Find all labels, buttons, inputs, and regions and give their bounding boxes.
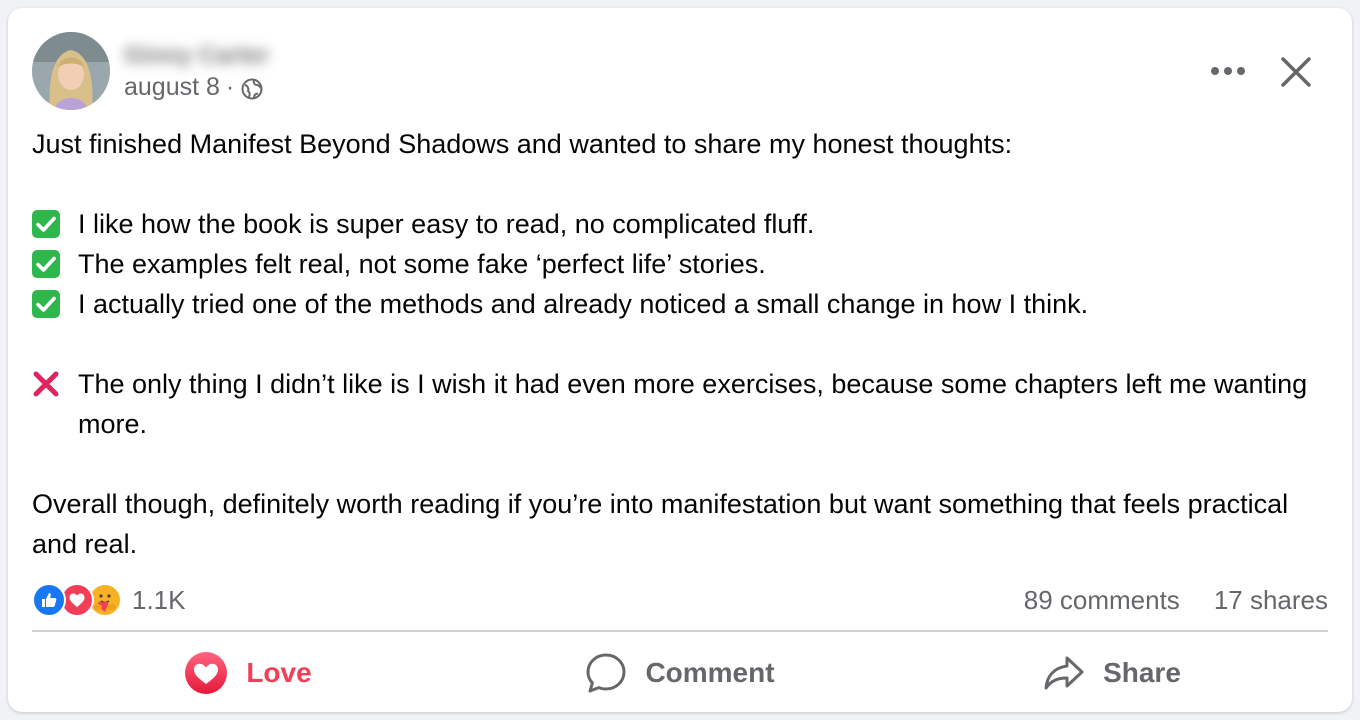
avatar[interactable] xyxy=(32,32,110,110)
reaction-summary[interactable]: 1.1K xyxy=(32,583,186,617)
author-block: Ginny Carter august 8 · xyxy=(124,41,269,102)
engagement-stats: 89 comments 17 shares xyxy=(1024,585,1328,616)
pro-item: I actually tried one of the methods and … xyxy=(32,284,1332,324)
close-icon xyxy=(1281,57,1311,87)
pro-text: I like how the book is super easy to rea… xyxy=(78,209,815,239)
post-header: Ginny Carter august 8 · xyxy=(32,32,269,110)
comment-button[interactable]: Comment xyxy=(464,642,896,704)
reaction-count: 1.1K xyxy=(132,584,186,615)
check-mark-icon xyxy=(32,290,60,318)
share-icon xyxy=(1044,656,1084,690)
comment-icon xyxy=(586,653,626,693)
share-button[interactable]: Share xyxy=(896,642,1328,704)
cross-mark-icon xyxy=(33,371,59,397)
pro-text: The examples felt real, not some fake ‘p… xyxy=(78,249,766,279)
shares-count[interactable]: 17 shares xyxy=(1214,585,1328,616)
globe-icon xyxy=(241,78,263,100)
con-item: The only thing I didn’t like is I wish i… xyxy=(32,364,1332,444)
comment-label: Comment xyxy=(645,657,775,688)
like-icon xyxy=(32,583,66,617)
comments-count[interactable]: 89 comments xyxy=(1024,585,1180,616)
pro-text: I actually tried one of the methods and … xyxy=(78,289,1089,319)
divider xyxy=(32,630,1328,632)
post-card: Ginny Carter august 8 · Just finished Ma… xyxy=(8,8,1352,712)
love-reaction-icon xyxy=(185,652,228,694)
more-options-button[interactable] xyxy=(1204,54,1252,88)
con-text: The only thing I didn’t like is I wish i… xyxy=(78,369,1308,439)
author-name[interactable]: Ginny Carter xyxy=(124,41,269,71)
share-label: Share xyxy=(1103,657,1181,688)
post-stats: 1.1K 89 comments 17 shares xyxy=(32,582,1328,618)
post-intro: Just finished Manifest Beyond Shadows an… xyxy=(32,129,1013,159)
love-label: Love xyxy=(246,657,312,688)
meta-separator: · xyxy=(225,72,235,101)
more-icon xyxy=(1211,67,1245,75)
post-meta: august 8 · xyxy=(124,73,269,102)
pro-item: I like how the book is super easy to rea… xyxy=(32,204,1332,244)
check-mark-icon xyxy=(32,250,60,278)
love-button[interactable]: Love xyxy=(32,642,464,704)
close-button[interactable] xyxy=(1276,52,1316,92)
check-mark-icon xyxy=(32,210,60,238)
post-conclusion: Overall though, definitely worth reading… xyxy=(32,489,1289,559)
action-bar: Love Comment Share xyxy=(32,642,1328,704)
post-body: Just finished Manifest Beyond Shadows an… xyxy=(32,124,1332,564)
pro-item: The examples felt real, not some fake ‘p… xyxy=(32,244,1332,284)
post-date[interactable]: august 8 xyxy=(124,73,220,102)
